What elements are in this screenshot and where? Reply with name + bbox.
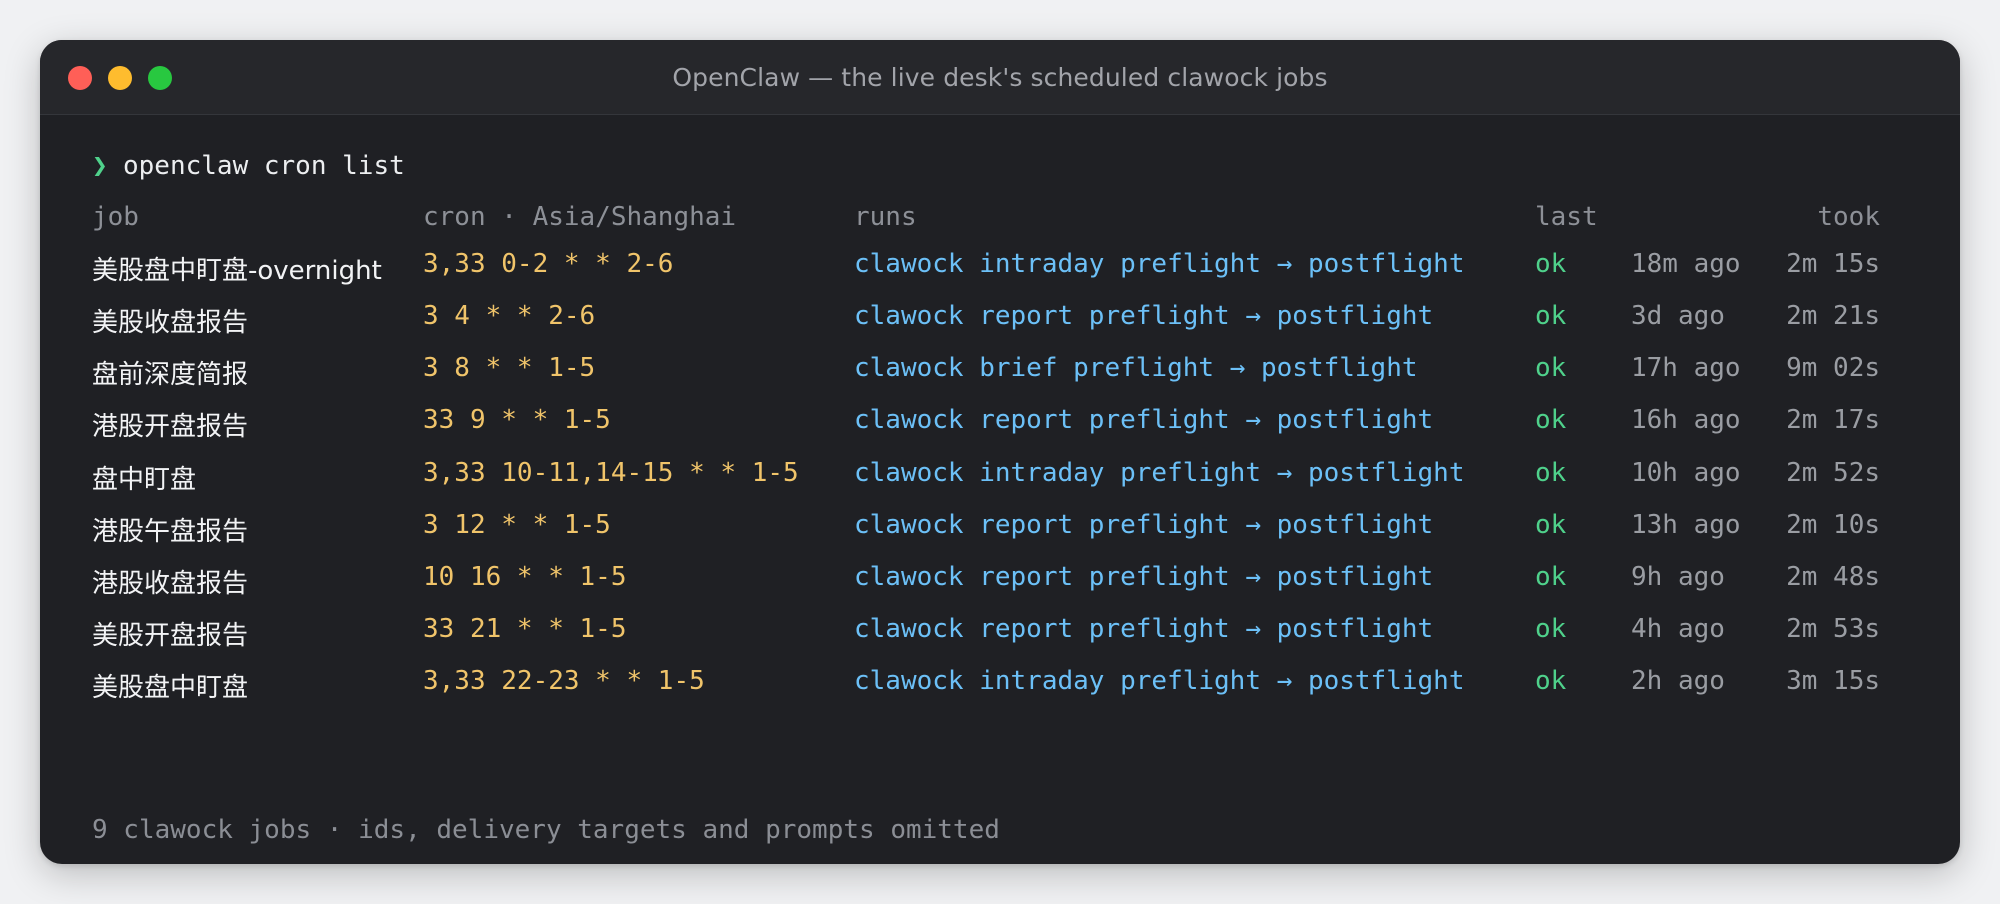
- last-run: 4h ago: [1631, 614, 1725, 644]
- duration: 3m 15s: [1786, 666, 1880, 696]
- status-badge: ok: [1535, 666, 1567, 696]
- command-text: openclaw cron list: [123, 151, 405, 181]
- job-name: 美股盘中盯盘-overnight: [92, 256, 382, 286]
- run-command: clawock intraday preflight → postflight: [854, 249, 1465, 279]
- status-badge: ok: [1535, 510, 1567, 540]
- column-header-job: job: [92, 202, 139, 232]
- column-header-runs: runs: [854, 202, 917, 232]
- status-badge: ok: [1535, 562, 1567, 592]
- status-badge: ok: [1535, 405, 1567, 435]
- cron-expression: 33 9 * * 1-5: [423, 405, 611, 435]
- cron-expression: 3,33 0-2 * * 2-6: [423, 249, 674, 279]
- cron-expression: 3,33 10-11,14-15 * * 1-5: [423, 458, 799, 488]
- cron-expression: 3 8 * * 1-5: [423, 353, 596, 383]
- column-header-last: last: [1535, 202, 1598, 232]
- job-name: 美股盘中盯盘: [92, 673, 249, 703]
- column-header-cron: cron · Asia/Shanghai: [423, 202, 737, 232]
- last-run: 13h ago: [1631, 510, 1741, 540]
- job-name: 盘前深度简报: [92, 360, 249, 390]
- last-run: 16h ago: [1631, 405, 1741, 435]
- status-badge: ok: [1535, 458, 1567, 488]
- run-command: clawock report preflight → postflight: [854, 301, 1434, 331]
- duration: 2m 10s: [1786, 510, 1880, 540]
- column-header-took: took: [1817, 202, 1880, 232]
- job-name: 美股收盘报告: [92, 308, 249, 338]
- cron-expression: 3 4 * * 2-6: [423, 301, 596, 331]
- run-command: clawock intraday preflight → postflight: [854, 666, 1465, 696]
- status-badge: ok: [1535, 614, 1567, 644]
- status-badge: ok: [1535, 249, 1567, 279]
- duration: 2m 48s: [1786, 562, 1880, 592]
- job-name: 盘中盯盘: [92, 465, 197, 495]
- duration: 2m 52s: [1786, 458, 1880, 488]
- run-command: clawock brief preflight → postflight: [854, 353, 1418, 383]
- cron-expression: 3,33 22-23 * * 1-5: [423, 666, 705, 696]
- last-run: 3d ago: [1631, 301, 1725, 331]
- last-run: 17h ago: [1631, 353, 1741, 383]
- job-name: 港股午盘报告: [92, 517, 249, 547]
- job-name: 港股开盘报告: [92, 412, 249, 442]
- job-name: 港股收盘报告: [92, 569, 249, 599]
- run-command: clawock intraday preflight → postflight: [854, 458, 1465, 488]
- duration: 9m 02s: [1786, 353, 1880, 383]
- job-name: 美股开盘报告: [92, 621, 249, 651]
- cron-expression: 33 21 * * 1-5: [423, 614, 627, 644]
- status-badge: ok: [1535, 301, 1567, 331]
- last-run: 10h ago: [1631, 458, 1741, 488]
- prompt-chevron-icon: ❯: [92, 151, 108, 181]
- run-command: clawock report preflight → postflight: [854, 405, 1434, 435]
- status-badge: ok: [1535, 353, 1567, 383]
- window-title: OpenClaw — the live desk's scheduled cla…: [672, 63, 1328, 92]
- terminal-window: OpenClaw — the live desk's scheduled cla…: [40, 40, 1960, 864]
- last-run: 2h ago: [1631, 666, 1725, 696]
- title-bar: OpenClaw — the live desk's scheduled cla…: [40, 40, 1960, 115]
- duration: 2m 21s: [1786, 301, 1880, 331]
- cron-expression: 10 16 * * 1-5: [423, 562, 627, 592]
- duration: 2m 15s: [1786, 249, 1880, 279]
- last-run: 18m ago: [1631, 249, 1741, 279]
- terminal-output[interactable]: ❯ openclaw cron list job cron · Asia/Sha…: [40, 115, 1960, 864]
- run-command: clawock report preflight → postflight: [854, 510, 1434, 540]
- cron-expression: 3 12 * * 1-5: [423, 510, 611, 540]
- run-command: clawock report preflight → postflight: [854, 562, 1434, 592]
- duration: 2m 17s: [1786, 405, 1880, 435]
- last-run: 9h ago: [1631, 562, 1725, 592]
- run-command: clawock report preflight → postflight: [854, 614, 1434, 644]
- duration: 2m 53s: [1786, 614, 1880, 644]
- footer-summary: 9 clawock jobs · ids, delivery targets a…: [92, 815, 1000, 845]
